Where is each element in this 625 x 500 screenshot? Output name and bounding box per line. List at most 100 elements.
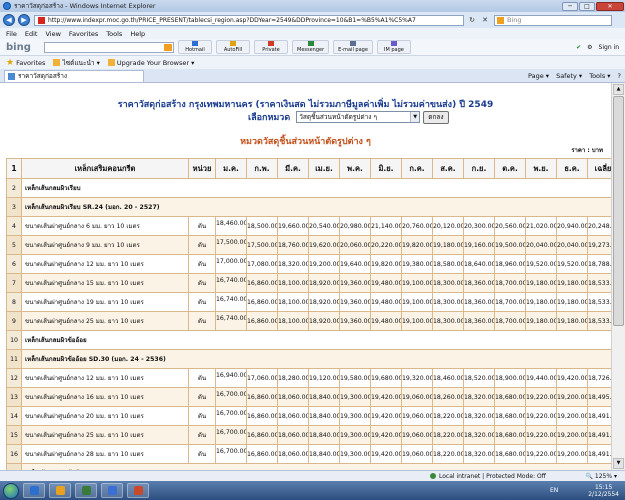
back-button[interactable]: ◀ bbox=[3, 14, 15, 26]
price-cell: 16,860.00 bbox=[246, 425, 278, 445]
menu-view[interactable]: View bbox=[45, 30, 60, 38]
shield-check-icon[interactable]: ✔ bbox=[576, 44, 581, 51]
header-month: ก.พ. bbox=[246, 158, 278, 179]
category-selected-value: วัสดุชิ้นส่วนหน้าตัดรูปต่าง ๆ bbox=[299, 113, 378, 121]
price-cell: 19,440.00 bbox=[525, 368, 557, 388]
close-button[interactable]: ✕ bbox=[596, 1, 624, 11]
price-cell: 19,200.00 bbox=[556, 444, 588, 464]
item-unit: ตัน bbox=[188, 387, 216, 407]
security-zone[interactable]: Local intranet | Protected Mode: Off bbox=[430, 473, 546, 480]
url-field[interactable]: http://www.indexpr.moc.go.th/PRICE_PRESE… bbox=[34, 14, 464, 26]
row-index: 9 bbox=[6, 311, 22, 331]
price-cell: 18,100.00 bbox=[277, 292, 309, 312]
price-cell: 18,060.00 bbox=[277, 387, 309, 407]
taskbar-media-icon[interactable] bbox=[75, 483, 97, 498]
price-cell: 16,740.00 bbox=[215, 292, 247, 312]
chevron-down-icon[interactable]: ▼ bbox=[410, 112, 420, 122]
email-page-label: E-mail page bbox=[338, 47, 368, 53]
price-cell: 17,060.00 bbox=[246, 368, 278, 388]
suggested-sites-link[interactable]: ไซต์แนะนำ ▾ bbox=[53, 58, 100, 68]
ok-button[interactable]: ตกลง bbox=[423, 110, 449, 124]
item-name: ขนาดเส้นผ่าศูนย์กลาง 28 มม. ยาว 10 เมตร bbox=[21, 444, 189, 464]
forward-button[interactable]: ▶ bbox=[18, 14, 30, 26]
price-cell: 19,300.00 bbox=[339, 425, 371, 445]
menu-favorites[interactable]: Favorites bbox=[69, 30, 98, 38]
search-go-icon[interactable] bbox=[164, 43, 172, 51]
row-index: 15 bbox=[6, 425, 22, 445]
zone-text: Local intranet | Protected Mode: Off bbox=[439, 472, 546, 480]
row-index: 2 bbox=[6, 178, 22, 198]
menu-help[interactable]: Help bbox=[130, 30, 145, 38]
price-cell: 19,100.00 bbox=[401, 292, 433, 312]
gear-icon[interactable]: ⚙ bbox=[587, 44, 592, 51]
tab-active[interactable]: ราคาวัสดุก่อสร้าง bbox=[4, 69, 144, 82]
average-cell: 18,533.33 bbox=[587, 311, 611, 331]
category-select[interactable]: วัสดุชิ้นส่วนหน้าตัดรูปต่าง ๆ ▼ bbox=[296, 111, 421, 123]
price-cell: 18,360.00 bbox=[463, 292, 495, 312]
price-cell: 19,060.00 bbox=[401, 406, 433, 426]
im-page-button[interactable]: IM page bbox=[376, 40, 411, 54]
price-cell: 19,520.00 bbox=[556, 254, 588, 274]
start-button[interactable] bbox=[3, 482, 19, 499]
upgrade-browser-link[interactable]: Upgrade Your Browser ▾ bbox=[107, 59, 194, 67]
stop-icon[interactable]: ✕ bbox=[480, 15, 490, 25]
category-selector-row: เลือกหมวด วัสดุชิ้นส่วนหน้าตัดรูปต่าง ๆ … bbox=[248, 110, 449, 124]
refresh-icon[interactable]: ↻ bbox=[467, 15, 477, 25]
price-cell: 18,920.00 bbox=[308, 292, 340, 312]
tools-menu[interactable]: Tools ▾ bbox=[589, 72, 610, 80]
private-button[interactable]: Private bbox=[254, 40, 288, 54]
minimize-button[interactable]: ─ bbox=[562, 1, 578, 11]
menu-edit[interactable]: Edit bbox=[25, 30, 38, 38]
header-month: ธ.ค. bbox=[556, 158, 588, 179]
menu-tools[interactable]: Tools bbox=[106, 30, 122, 38]
bing-toolbar-search-input[interactable] bbox=[44, 41, 174, 53]
row-index: 13 bbox=[6, 387, 22, 407]
favorites-star-icon[interactable]: ★ bbox=[6, 58, 14, 68]
price-cell: 19,180.00 bbox=[525, 273, 557, 293]
price-cell: 19,580.00 bbox=[339, 368, 371, 388]
price-cell: 18,960.00 bbox=[494, 254, 526, 274]
price-cell: 18,640.00 bbox=[463, 254, 495, 274]
price-cell: 16,860.00 bbox=[246, 387, 278, 407]
taskbar-paint-icon[interactable] bbox=[127, 483, 149, 498]
taskbar-explorer-icon[interactable] bbox=[49, 483, 71, 498]
menu-file[interactable]: File bbox=[6, 30, 17, 38]
favorites-label[interactable]: Favorites bbox=[16, 59, 45, 67]
header-month: มิ.ย. bbox=[370, 158, 402, 179]
item-unit: ตัน bbox=[188, 235, 216, 255]
scroll-down-icon[interactable]: ▼ bbox=[613, 458, 624, 469]
header-item: เหล็กเสริมคอนกรีต bbox=[21, 158, 189, 179]
safety-menu[interactable]: Safety ▾ bbox=[556, 72, 582, 80]
scroll-up-icon[interactable]: ▲ bbox=[613, 84, 624, 95]
item-name: ขนาดเส้นผ่าศูนย์กลาง 15 มม. ยาว 10 เมตร bbox=[21, 273, 189, 293]
item-name: ขนาดเส้นผ่าศูนย์กลาง 25 มม. ยาว 10 เมตร bbox=[21, 311, 189, 331]
intranet-icon bbox=[430, 473, 436, 479]
scroll-thumb[interactable] bbox=[613, 96, 624, 326]
language-indicator[interactable]: EN bbox=[550, 487, 558, 494]
price-cell: 16,860.00 bbox=[246, 406, 278, 426]
zoom-level[interactable]: 🔍 125% ▾ bbox=[586, 473, 617, 480]
vertical-scrollbar[interactable]: ▲ ▼ bbox=[611, 83, 625, 470]
table-row: 16 ขนาดเส้นผ่าศูนย์กลาง 28 มม. ยาว 10 เมต… bbox=[6, 444, 611, 464]
taskbar-ie-icon[interactable] bbox=[23, 483, 45, 498]
help-menu[interactable]: ? bbox=[618, 72, 621, 80]
taskbar-word-icon[interactable] bbox=[101, 483, 123, 498]
maximize-button[interactable]: □ bbox=[579, 1, 595, 11]
sign-in-link[interactable]: Sign in bbox=[599, 44, 619, 51]
page-menu[interactable]: Page ▾ bbox=[528, 72, 549, 80]
window-titlebar: ราคาวัสดุก่อสร้าง - Windows Internet Exp… bbox=[0, 0, 625, 12]
autofill-button[interactable]: AutoFill bbox=[216, 40, 250, 54]
price-cell: 19,620.00 bbox=[308, 235, 340, 255]
search-input[interactable]: Bing bbox=[494, 14, 612, 26]
price-cell: 18,460.00 bbox=[432, 368, 464, 388]
price-cell: 18,700.00 bbox=[494, 311, 526, 331]
email-page-button[interactable]: E-mail page bbox=[333, 40, 373, 54]
messenger-button[interactable]: Messenger bbox=[292, 40, 330, 54]
price-cell: 19,180.00 bbox=[556, 273, 588, 293]
row-index: 6 bbox=[6, 254, 22, 274]
hotmail-button[interactable]: Hotmail bbox=[178, 40, 212, 54]
price-cell: 19,480.00 bbox=[370, 311, 402, 331]
header-index: 1 bbox=[6, 158, 22, 179]
table-row: 12 ขนาดเส้นผ่าศูนย์กลาง 12 มม. ยาว 10 เมต… bbox=[6, 368, 611, 388]
clock[interactable]: 15:15 2/12/2554 bbox=[588, 484, 619, 498]
